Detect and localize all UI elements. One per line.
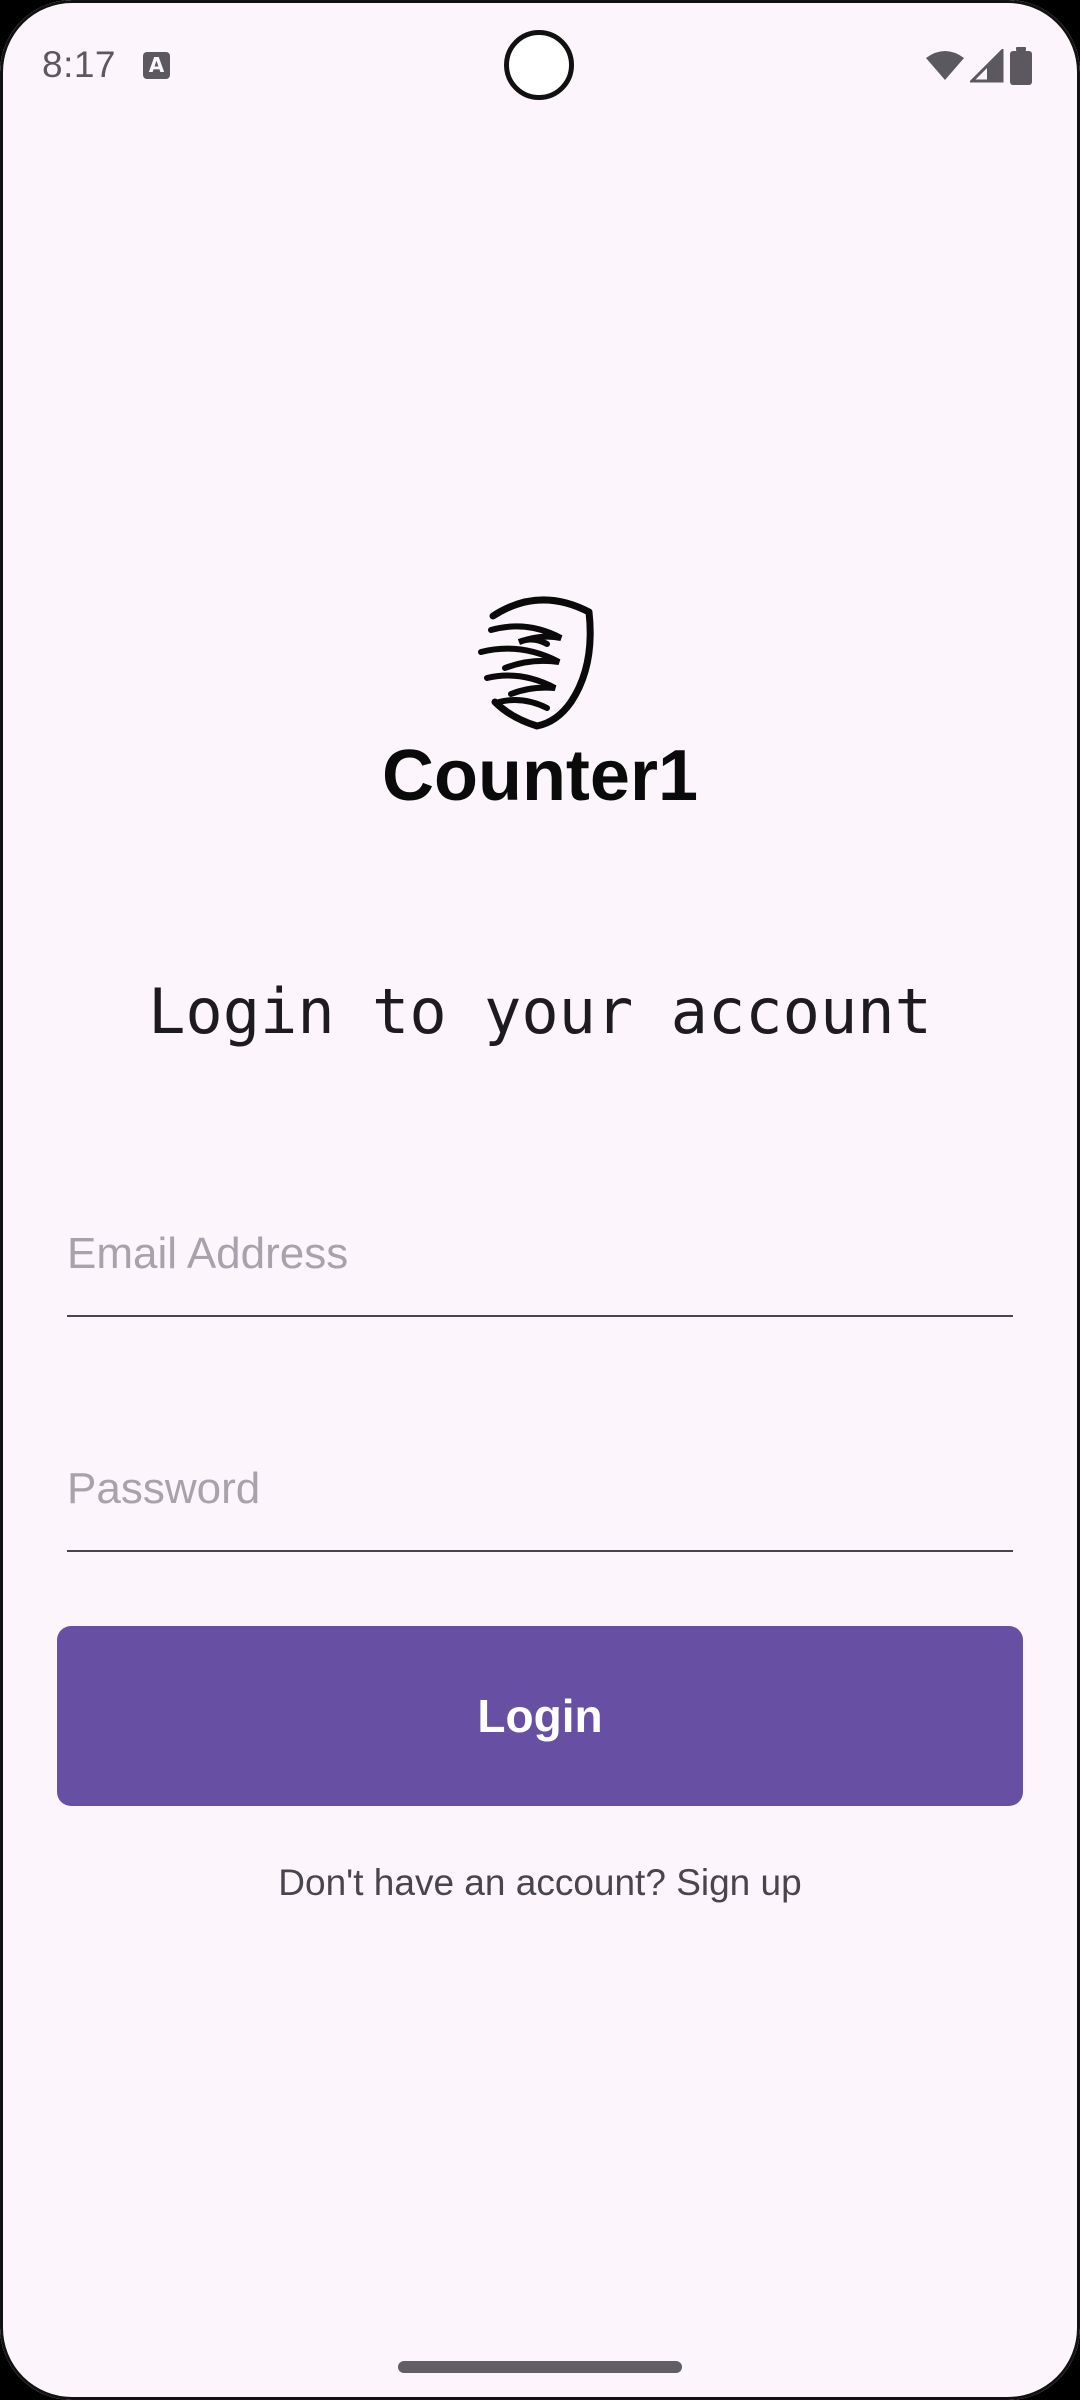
- home-indicator[interactable]: [398, 2361, 682, 2373]
- shield-wing-icon: [478, 596, 594, 730]
- password-input[interactable]: [67, 1464, 1013, 1514]
- status-bar: 8:17 A: [0, 0, 1080, 134]
- battery-icon: [1010, 47, 1032, 85]
- status-time: 8:17: [42, 44, 117, 85]
- a-text-icon: A: [143, 52, 170, 79]
- camera-cutout: [504, 30, 574, 100]
- email-field[interactable]: [67, 1197, 1013, 1317]
- password-field[interactable]: [67, 1432, 1013, 1552]
- status-icons: [926, 46, 1032, 86]
- cellular-signal-icon: [970, 49, 1004, 83]
- wifi-icon: [926, 51, 964, 80]
- login-button[interactable]: Login: [57, 1626, 1023, 1806]
- page-title: Login to your account: [148, 975, 932, 1048]
- signup-link[interactable]: Don't have an account? Sign up: [0, 1862, 1080, 1904]
- brand-name: Counter1: [381, 736, 699, 816]
- brand-logo: Counter1: [0, 590, 1080, 812]
- email-input[interactable]: [67, 1229, 1013, 1279]
- login-screen: 8:17 A Counter1 Login to your account Em…: [0, 0, 1080, 2400]
